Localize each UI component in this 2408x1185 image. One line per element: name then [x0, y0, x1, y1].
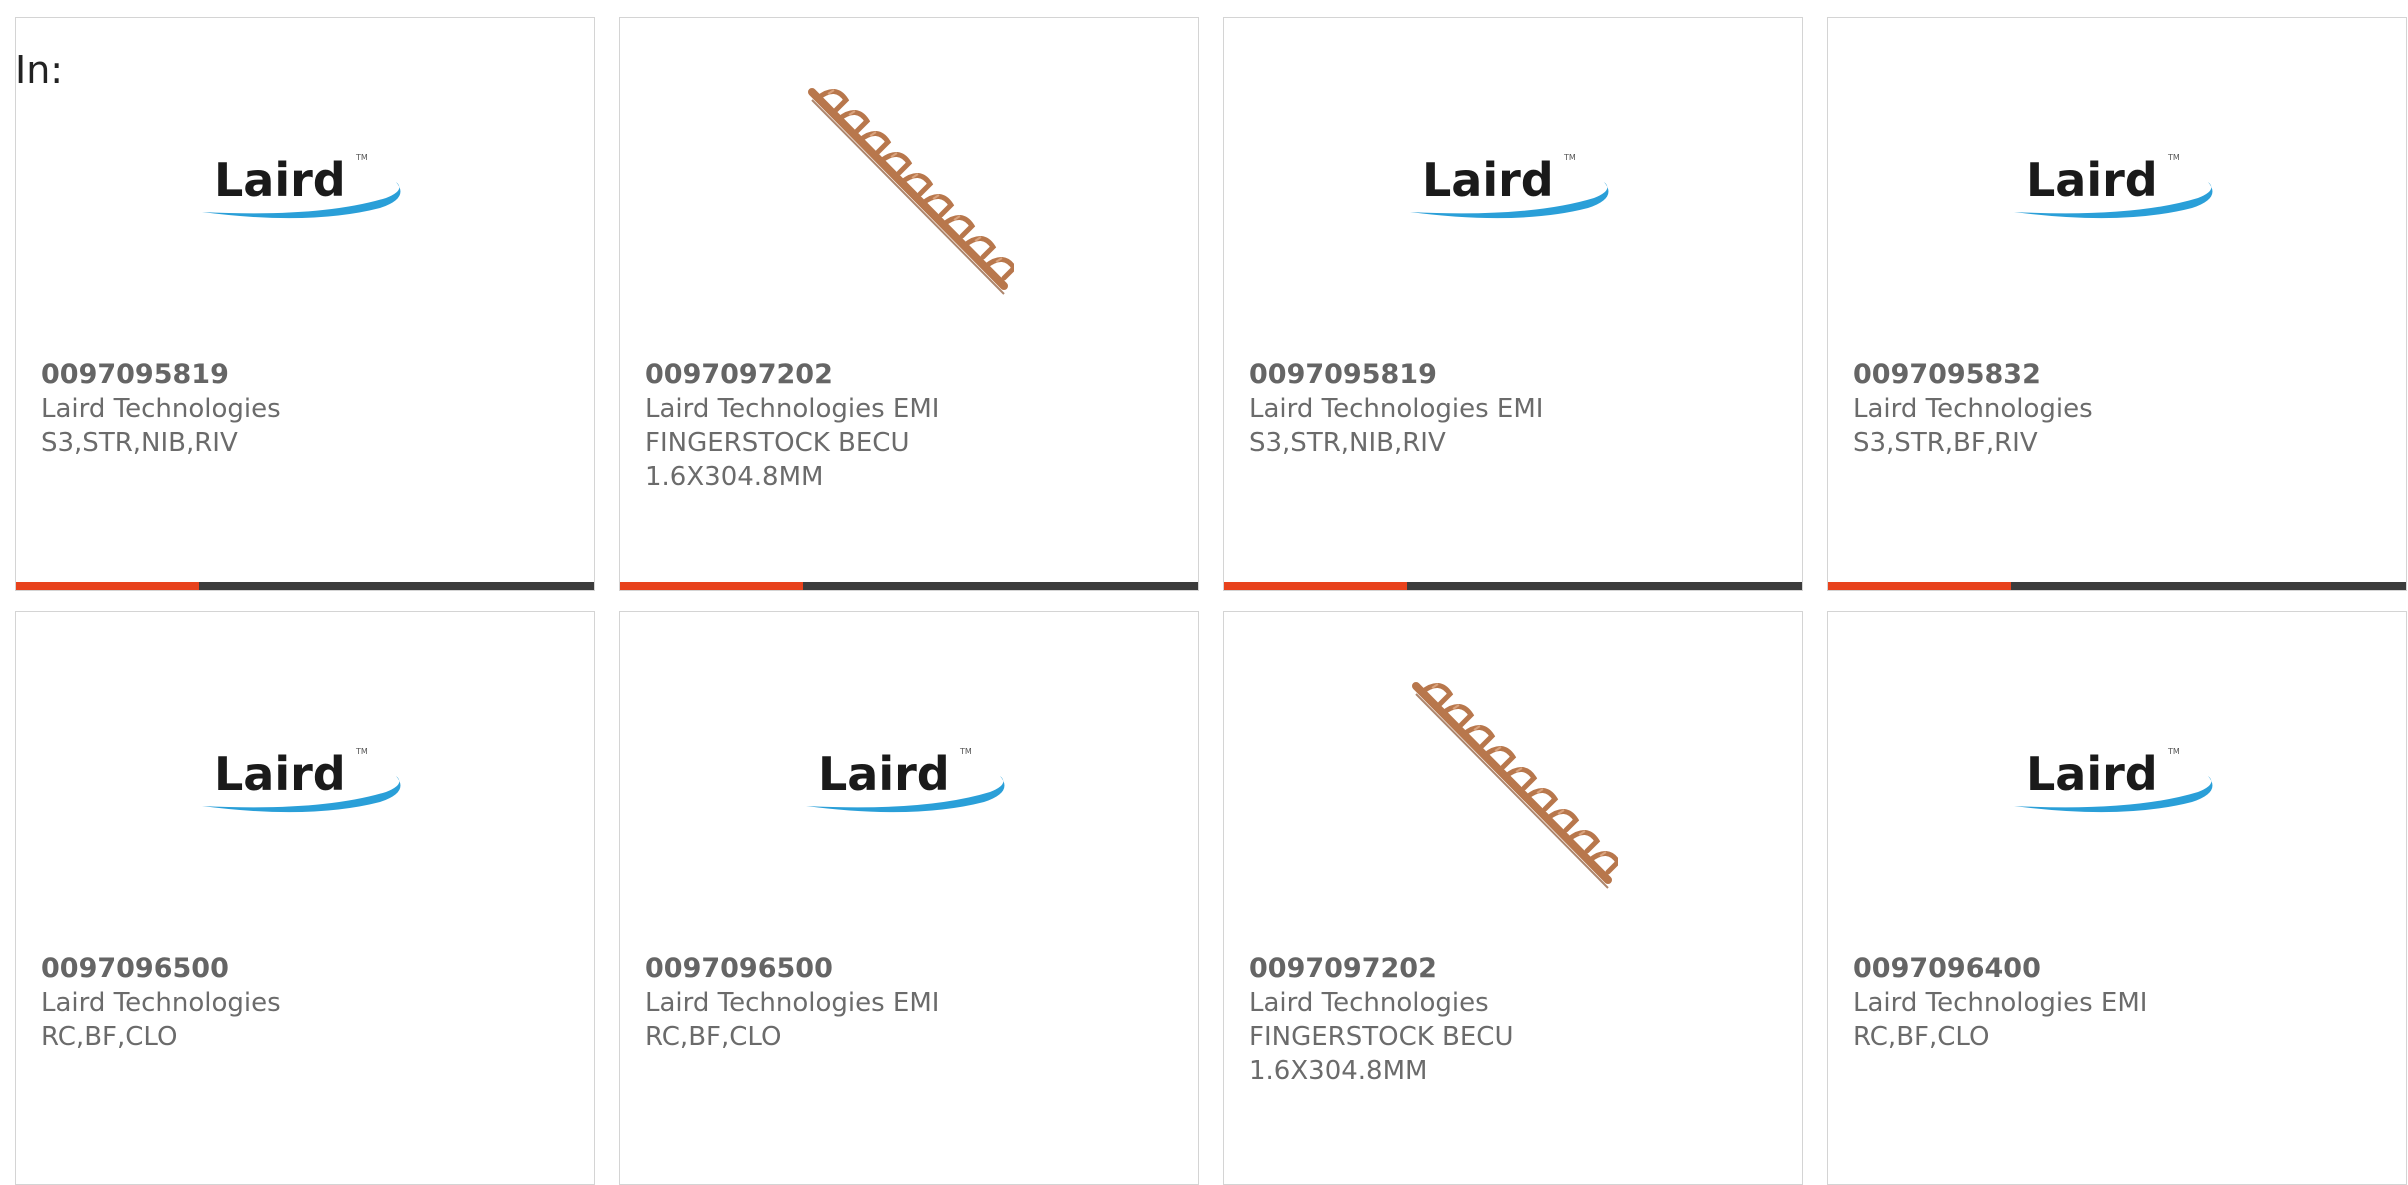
part-number[interactable]: 0097095819 — [41, 358, 574, 392]
product-image[interactable] — [1224, 680, 1802, 900]
product-description-line: S3,STR,NIB,RIV — [41, 428, 238, 458]
product-image[interactable]: Laird TM — [620, 680, 1198, 900]
part-number[interactable]: 0097096500 — [645, 952, 1178, 986]
product-info: 0097096500 Laird Technologies EMI RC,BF,CL… — [645, 952, 1178, 1054]
product-description-line: S3,STR,BF,RIV — [1853, 428, 2038, 458]
part-number[interactable]: 0097095832 — [1853, 358, 2386, 392]
product-description-line: RC,BF,CLO — [1853, 1022, 1990, 1052]
product-card[interactable]: Laird TM 0097096500 Laird Technologies EMI R… — [619, 611, 1199, 1185]
svg-text:TM: TM — [355, 747, 368, 756]
product-card[interactable]: Laird TM 0097095819 Laird Technologies S3,ST… — [15, 17, 595, 591]
product-info: 0097096500 Laird Technologies RC,BF,CLO — [41, 952, 574, 1054]
product-description-line: Laird Technologies — [41, 394, 281, 424]
svg-text:TM: TM — [959, 747, 972, 756]
laird-logo[interactable]: Laird TM — [200, 146, 410, 236]
product-card[interactable]: Laird TM 0097096400 Laird Technologies EMI R… — [1827, 611, 2407, 1185]
product-image[interactable]: Laird TM — [16, 86, 594, 306]
product-description-line: Laird Technologies — [1249, 988, 1489, 1018]
laird-logo[interactable]: Laird TM — [200, 740, 410, 830]
product-image[interactable]: Laird TM — [1828, 680, 2406, 900]
product-description-line: Laird Technologies — [1853, 394, 2093, 424]
part-number[interactable]: 0097095819 — [1249, 358, 1782, 392]
product-image[interactable] — [620, 86, 1198, 306]
product-description-line: Laird Technologies EMI — [1249, 394, 1544, 424]
svg-text:Laird: Laird — [2026, 153, 2158, 207]
product-description-line: FINGERSTOCK BECU — [1249, 1022, 1514, 1052]
product-card[interactable]: Laird TM 0097096500 Laird Technologies RC,BF… — [15, 611, 595, 1185]
part-number[interactable]: 0097096500 — [41, 952, 574, 986]
laird-logo[interactable]: Laird TM — [2012, 146, 2222, 236]
product-description-line: S3,STR,NIB,RIV — [1249, 428, 1446, 458]
product-info: 0097095819 Laird Technologies S3,STR,NIB,R… — [41, 358, 574, 460]
product-description-line: RC,BF,CLO — [41, 1022, 178, 1052]
part-number[interactable]: 0097096400 — [1853, 952, 2386, 986]
laird-logo[interactable]: Laird TM — [804, 740, 1014, 830]
svg-text:TM: TM — [2167, 153, 2180, 162]
product-info: 0097095832 Laird Technologies S3,STR,BF,RI… — [1853, 358, 2386, 460]
product-info: 0097095819 Laird Technologies EMI S3,STR,N… — [1249, 358, 1782, 460]
product-info: 0097097202 Laird Technologies FINGERSTOCK … — [1249, 952, 1782, 1088]
svg-text:Laird: Laird — [1422, 153, 1554, 207]
product-image[interactable]: Laird TM — [1224, 86, 1802, 306]
product-description-line: FINGERSTOCK BECU — [645, 428, 910, 458]
product-description-line: RC,BF,CLO — [645, 1022, 782, 1052]
part-number[interactable]: 0097097202 — [1249, 952, 1782, 986]
card-accent-bar-fill — [1828, 582, 2011, 590]
product-image[interactable]: Laird TM — [16, 680, 594, 900]
product-description-line: 1.6X304.8MM — [1249, 1056, 1428, 1086]
fingerstock-image[interactable] — [1408, 680, 1622, 890]
svg-text:Laird: Laird — [818, 747, 950, 801]
product-card[interactable]: 0097097202 Laird Technologies FINGERSTOCK … — [1223, 611, 1803, 1185]
svg-text:TM: TM — [1563, 153, 1576, 162]
product-card[interactable]: Laird TM 0097095819 Laird Technologies EMI S… — [1223, 17, 1803, 591]
svg-text:Laird: Laird — [2026, 747, 2158, 801]
card-accent-bar-fill — [620, 582, 803, 590]
search-scope-label: In: — [15, 48, 64, 92]
fingerstock-image[interactable] — [804, 86, 1018, 296]
product-grid: Laird TM 0097095819 Laird Technologies S3,ST… — [15, 17, 2408, 1185]
product-description-line: Laird Technologies EMI — [645, 988, 940, 1018]
card-accent-bar — [1828, 582, 2406, 590]
card-accent-bar — [620, 582, 1198, 590]
card-accent-bar — [1224, 582, 1802, 590]
svg-text:TM: TM — [2167, 747, 2180, 756]
card-accent-bar-fill — [16, 582, 199, 590]
part-number[interactable]: 0097097202 — [645, 358, 1178, 392]
card-accent-bar-fill — [1224, 582, 1407, 590]
svg-text:TM: TM — [355, 153, 368, 162]
product-description-line: Laird Technologies — [41, 988, 281, 1018]
laird-logo[interactable]: Laird TM — [1408, 146, 1618, 236]
card-accent-bar — [16, 582, 594, 590]
laird-logo[interactable]: Laird TM — [2012, 740, 2222, 830]
product-card[interactable]: Laird TM 0097095832 Laird Technologies S3,ST… — [1827, 17, 2407, 591]
product-description-line: Laird Technologies EMI — [1853, 988, 2148, 1018]
product-description-line: Laird Technologies EMI — [645, 394, 940, 424]
product-card[interactable]: 0097097202 Laird Technologies EMI FINGERST… — [619, 17, 1199, 591]
product-info: 0097097202 Laird Technologies EMI FINGERST… — [645, 358, 1178, 494]
svg-text:Laird: Laird — [214, 153, 346, 207]
product-description-line: 1.6X304.8MM — [645, 462, 824, 492]
product-image[interactable]: Laird TM — [1828, 86, 2406, 306]
svg-text:Laird: Laird — [214, 747, 346, 801]
product-info: 0097096400 Laird Technologies EMI RC,BF,CL… — [1853, 952, 2386, 1054]
